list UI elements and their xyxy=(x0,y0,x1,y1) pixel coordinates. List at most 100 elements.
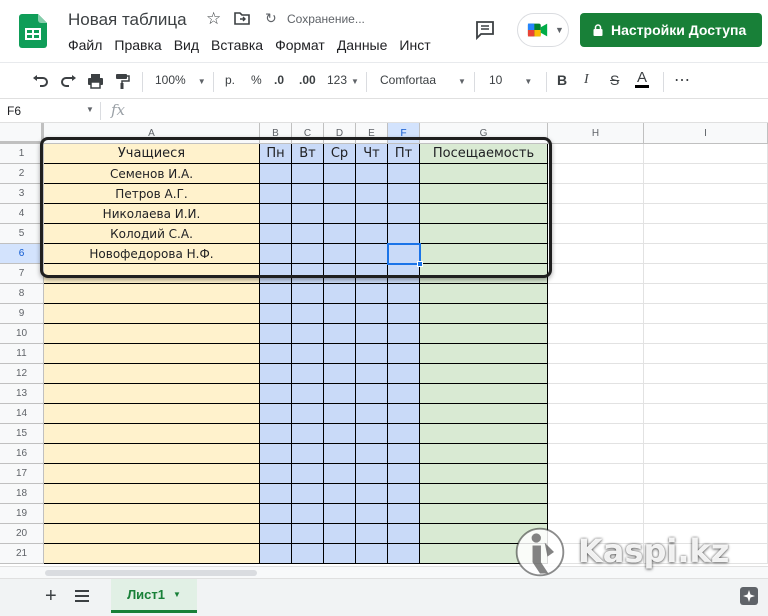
table-cell[interactable] xyxy=(388,444,420,464)
table-cell[interactable] xyxy=(292,364,324,384)
table-cell[interactable] xyxy=(388,204,420,224)
table-cell[interactable] xyxy=(644,444,768,464)
table-cell[interactable] xyxy=(260,404,292,424)
table-cell[interactable] xyxy=(324,204,356,224)
table-cell[interactable] xyxy=(356,324,388,344)
table-cell[interactable] xyxy=(420,204,548,224)
table-cell[interactable] xyxy=(548,544,644,564)
table-cell[interactable] xyxy=(356,524,388,544)
table-cell[interactable] xyxy=(644,464,768,484)
table-cell[interactable] xyxy=(356,404,388,424)
table-cell[interactable] xyxy=(420,284,548,304)
more-formats-button[interactable]: 123 ▼ xyxy=(327,73,359,87)
table-cell[interactable] xyxy=(260,444,292,464)
table-cell[interactable] xyxy=(324,384,356,404)
table-cell[interactable] xyxy=(388,304,420,324)
table-cell[interactable] xyxy=(44,384,260,404)
table-cell[interactable] xyxy=(292,164,324,184)
table-cell[interactable] xyxy=(292,204,324,224)
table-cell[interactable] xyxy=(292,504,324,524)
table-cell[interactable] xyxy=(356,344,388,364)
table-cell[interactable] xyxy=(324,464,356,484)
row-header[interactable]: 10 xyxy=(0,324,44,344)
undo-icon[interactable] xyxy=(32,73,49,89)
table-cell[interactable] xyxy=(644,324,768,344)
table-cell[interactable] xyxy=(260,324,292,344)
table-cell[interactable] xyxy=(292,544,324,564)
table-cell[interactable] xyxy=(324,424,356,444)
table-cell[interactable] xyxy=(260,364,292,384)
all-sheets-icon[interactable] xyxy=(75,589,89,603)
table-cell[interactable] xyxy=(324,324,356,344)
select-all-corner[interactable] xyxy=(0,123,44,144)
table-cell[interactable]: Петров А.Г. xyxy=(44,184,260,204)
row-header[interactable]: 11 xyxy=(0,344,44,364)
table-cell[interactable] xyxy=(260,384,292,404)
table-cell[interactable] xyxy=(388,224,420,244)
table-cell[interactable] xyxy=(44,344,260,364)
table-cell[interactable] xyxy=(548,384,644,404)
table-cell[interactable] xyxy=(644,364,768,384)
row-header[interactable]: 7 xyxy=(0,264,44,284)
row-header[interactable]: 20 xyxy=(0,524,44,544)
table-cell[interactable] xyxy=(388,544,420,564)
menu-tools[interactable]: Инст xyxy=(399,37,430,53)
table-cell[interactable] xyxy=(644,484,768,504)
table-cell[interactable]: Колодий С.А. xyxy=(44,224,260,244)
table-cell[interactable] xyxy=(420,384,548,404)
table-cell[interactable] xyxy=(420,444,548,464)
table-cell[interactable] xyxy=(548,164,644,184)
table-cell[interactable] xyxy=(388,284,420,304)
table-cell[interactable] xyxy=(388,524,420,544)
table-cell[interactable] xyxy=(324,224,356,244)
row-header[interactable]: 19 xyxy=(0,504,44,524)
redo-icon[interactable] xyxy=(60,73,77,89)
move-to-folder-icon[interactable] xyxy=(233,9,251,27)
table-cell[interactable] xyxy=(420,404,548,424)
table-cell[interactable] xyxy=(548,204,644,224)
row-header[interactable]: 17 xyxy=(0,464,44,484)
table-cell[interactable] xyxy=(292,244,324,264)
table-cell[interactable] xyxy=(356,284,388,304)
table-cell[interactable] xyxy=(324,284,356,304)
menu-format[interactable]: Формат xyxy=(275,37,325,53)
table-cell[interactable] xyxy=(420,164,548,184)
table-cell[interactable] xyxy=(388,404,420,424)
row-header[interactable]: 2 xyxy=(0,164,44,184)
table-cell[interactable] xyxy=(292,384,324,404)
table-cell[interactable] xyxy=(260,304,292,324)
table-cell[interactable] xyxy=(644,344,768,364)
table-cell[interactable]: Новофедорова Н.Ф. xyxy=(44,244,260,264)
decrease-decimal-button[interactable]: .0 xyxy=(274,73,284,87)
table-cell[interactable]: Семенов И.А. xyxy=(44,164,260,184)
more-options-button[interactable]: ⋯ xyxy=(674,70,690,90)
table-cell[interactable] xyxy=(548,444,644,464)
table-cell[interactable] xyxy=(548,464,644,484)
sheet-tab[interactable]: Лист1 ▼ xyxy=(111,579,197,613)
table-cell[interactable] xyxy=(548,184,644,204)
table-cell[interactable] xyxy=(324,524,356,544)
table-cell[interactable] xyxy=(44,284,260,304)
strikethrough-button[interactable]: S xyxy=(610,72,619,88)
table-cell[interactable] xyxy=(420,244,548,264)
table-cell[interactable] xyxy=(44,264,260,284)
table-cell[interactable] xyxy=(420,344,548,364)
table-cell[interactable] xyxy=(356,504,388,524)
meet-button[interactable]: ▼ xyxy=(517,13,569,47)
column-header[interactable]: E xyxy=(356,123,388,144)
table-cell[interactable] xyxy=(420,264,548,284)
table-cell[interactable] xyxy=(260,484,292,504)
table-cell[interactable] xyxy=(292,424,324,444)
table-cell[interactable] xyxy=(292,404,324,424)
table-cell[interactable] xyxy=(548,424,644,444)
table-cell[interactable] xyxy=(420,184,548,204)
table-cell[interactable] xyxy=(356,224,388,244)
table-cell[interactable] xyxy=(388,384,420,404)
table-cell[interactable] xyxy=(260,544,292,564)
table-cell[interactable] xyxy=(260,204,292,224)
table-cell[interactable] xyxy=(356,364,388,384)
font-select[interactable]: Comfortaa ▼ xyxy=(380,73,466,87)
fill-handle[interactable] xyxy=(417,261,423,267)
increase-decimal-button[interactable]: .00 xyxy=(299,73,316,87)
column-header[interactable]: G xyxy=(420,123,548,144)
